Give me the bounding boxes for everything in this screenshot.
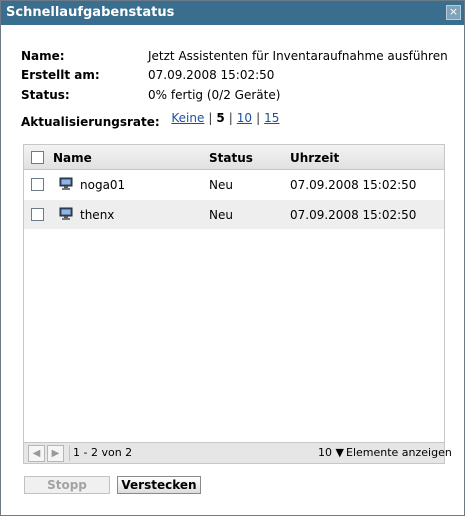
page-size-select[interactable]: 10 ▼ bbox=[318, 446, 344, 459]
computer-icon bbox=[59, 177, 73, 190]
row-checkbox[interactable] bbox=[31, 178, 44, 191]
stop-button[interactable]: Stopp bbox=[24, 476, 110, 494]
row-status: Neu bbox=[209, 208, 233, 222]
page-size-value: 10 bbox=[318, 446, 332, 459]
row-checkbox[interactable] bbox=[31, 208, 44, 221]
created-value: 07.09.2008 15:02:50 bbox=[148, 68, 275, 82]
prev-page-icon[interactable]: ◀ bbox=[28, 445, 45, 462]
pagination-range: 1 - 2 von 2 bbox=[73, 446, 133, 459]
quick-task-status-dialog: Schnellaufgabenstatus × Name: Jetzt Assi… bbox=[0, 0, 465, 516]
table-row[interactable]: noga01 Neu 07.09.2008 15:02:50 bbox=[24, 170, 444, 199]
page-size-label: Elemente anzeigen bbox=[346, 446, 452, 459]
refresh-rate: Aktualisierungsrate: Keine | 5 | 10 | 15 bbox=[21, 111, 280, 129]
refresh-option-15[interactable]: 15 bbox=[264, 111, 279, 125]
row-device-name: thenx bbox=[80, 208, 115, 222]
name-value: Jetzt Assistenten für Inventaraufnahme a… bbox=[148, 49, 448, 63]
footer-divider bbox=[69, 445, 70, 461]
refresh-option-10[interactable]: 10 bbox=[237, 111, 252, 125]
dialog-title: Schnellaufgabenstatus bbox=[6, 5, 175, 20]
device-table: Name Status Uhrzeit noga01 Neu 07.09.200… bbox=[23, 144, 452, 464]
status-value: 0% fertig (0/2 Geräte) bbox=[148, 88, 281, 102]
row-time: 07.09.2008 15:02:50 bbox=[290, 178, 417, 192]
table-footer: ◀ ▶ 1 - 2 von 2 10 ▼ Elemente anzeigen bbox=[24, 442, 452, 463]
select-all-checkbox[interactable] bbox=[31, 151, 44, 164]
computer-icon bbox=[59, 207, 73, 220]
close-icon[interactable]: × bbox=[446, 5, 461, 20]
refresh-option-none[interactable]: Keine bbox=[171, 111, 204, 125]
dialog-titlebar: Schnellaufgabenstatus × bbox=[1, 1, 464, 25]
table-row[interactable]: thenx Neu 07.09.2008 15:02:50 bbox=[24, 200, 444, 229]
row-time: 07.09.2008 15:02:50 bbox=[290, 208, 417, 222]
created-label: Erstellt am: bbox=[21, 68, 100, 82]
row-device-name: noga01 bbox=[80, 178, 126, 192]
column-header-name[interactable]: Name bbox=[53, 151, 92, 165]
chevron-down-icon: ▼ bbox=[335, 446, 344, 459]
row-status: Neu bbox=[209, 178, 233, 192]
name-label: Name: bbox=[21, 49, 65, 63]
column-header-status[interactable]: Status bbox=[209, 151, 253, 165]
refresh-option-5-selected: 5 bbox=[216, 111, 225, 125]
next-page-icon[interactable]: ▶ bbox=[47, 445, 64, 462]
table-header: Name Status Uhrzeit bbox=[24, 145, 444, 170]
status-label: Status: bbox=[21, 88, 70, 102]
hide-button[interactable]: Verstecken bbox=[117, 476, 201, 494]
column-header-time[interactable]: Uhrzeit bbox=[290, 151, 339, 165]
refresh-rate-label: Aktualisierungsrate: bbox=[21, 115, 160, 129]
